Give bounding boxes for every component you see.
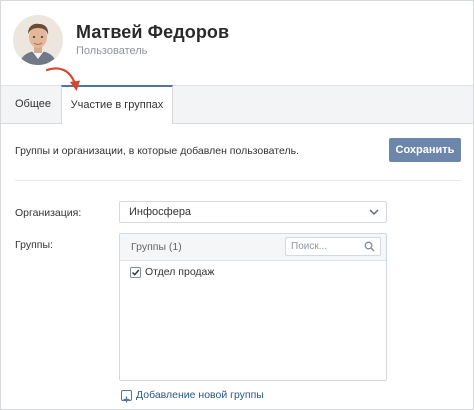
- groups-list-box: Группы (1) Отдел продаж: [119, 233, 387, 381]
- profile-role: Пользователь: [76, 45, 148, 57]
- annotation-arrow: [45, 67, 80, 91]
- groups-list-header: Группы (1): [120, 234, 386, 261]
- organization-value: Инфосфера: [129, 206, 192, 218]
- add-group-label: Добавление новой группы: [136, 389, 264, 401]
- checkmark-icon: [131, 269, 140, 276]
- group-checkbox[interactable]: [130, 267, 141, 278]
- user-profile-panel: Матвей Федоров Пользователь Общее Участи…: [0, 0, 474, 410]
- divider: [15, 180, 461, 181]
- organization-select[interactable]: Инфосфера: [119, 201, 387, 223]
- description-text: Группы и организации, в которые добавлен…: [15, 145, 299, 157]
- groups-count-title: Группы (1): [131, 241, 182, 253]
- save-button[interactable]: Сохранить: [389, 138, 461, 162]
- chevron-down-icon: [369, 209, 379, 216]
- profile-name: Матвей Федоров: [76, 22, 230, 42]
- groups-label: Группы:: [15, 239, 53, 251]
- avatar: [13, 15, 63, 65]
- group-search-input[interactable]: [291, 239, 361, 254]
- group-name: Отдел продаж: [145, 266, 215, 278]
- search-icon[interactable]: [364, 241, 375, 252]
- avatar-photo: [13, 15, 63, 65]
- plus-icon: [121, 390, 132, 403]
- organization-label: Организация:: [15, 207, 82, 219]
- group-search-box: [285, 237, 381, 256]
